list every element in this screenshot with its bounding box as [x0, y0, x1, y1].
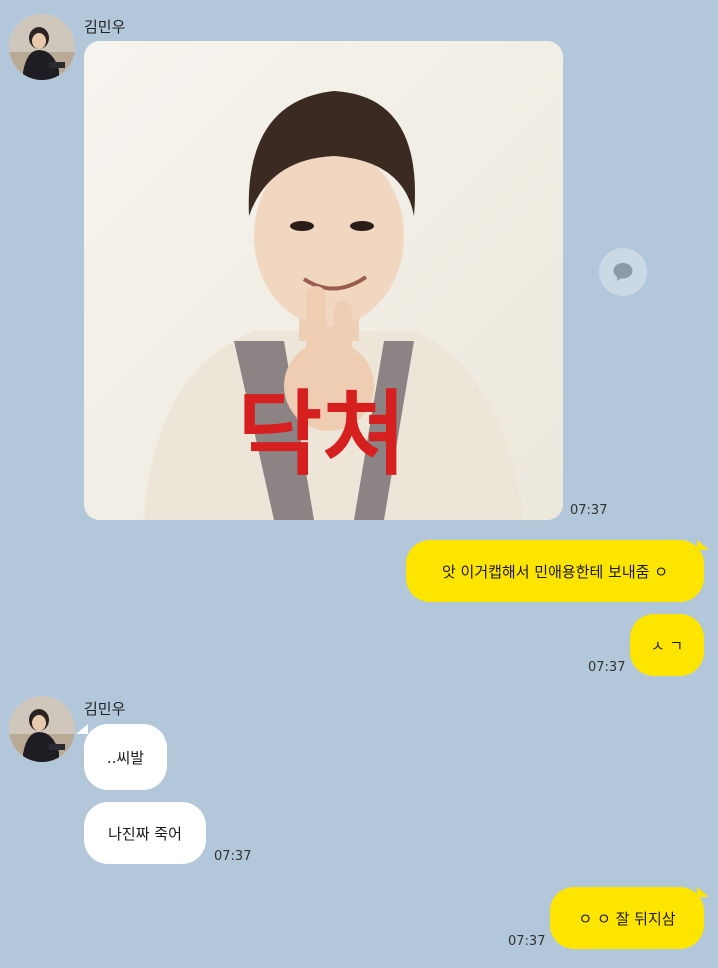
sender-avatar[interactable]	[9, 14, 75, 80]
bubble-tail	[76, 724, 88, 734]
message-time: 07:37	[508, 934, 546, 949]
avatar-photo	[9, 696, 75, 762]
sender-avatar[interactable]	[9, 696, 75, 762]
photo-caption: 닥쳐	[237, 381, 406, 488]
share-button[interactable]	[599, 248, 647, 296]
message-text: ㅅ ㄱ	[650, 636, 684, 655]
photo-image: 닥쳐	[84, 41, 563, 520]
received-message-bubble[interactable]: ..씨발	[84, 724, 167, 790]
bubble-tail	[697, 540, 709, 550]
avatar-photo	[9, 14, 75, 80]
message-text: ㅇ ㅇ 잘 뒤지삼	[578, 909, 676, 928]
message-time: 07:37	[570, 503, 608, 518]
message-time: 07:37	[588, 660, 626, 675]
bubble-tail	[697, 887, 709, 897]
sender-name: 김민우	[84, 700, 126, 718]
sender-name: 김민우	[84, 18, 126, 36]
sent-message-bubble[interactable]: ㅇ ㅇ 잘 뒤지삼	[550, 887, 704, 949]
message-text: 앗 이거캡해서 민애용한테 보내줌 ㅇ	[441, 562, 669, 581]
sent-photo[interactable]: 닥쳐	[84, 41, 563, 520]
speech-bubble-icon	[613, 263, 633, 281]
message-text: ..씨발	[106, 748, 145, 767]
sent-message-bubble[interactable]: 앗 이거캡해서 민애용한테 보내줌 ㅇ	[406, 540, 704, 602]
message-text: 나진짜 죽어	[108, 824, 182, 843]
message-time: 07:37	[214, 849, 252, 864]
received-message-bubble[interactable]: 나진짜 죽어	[84, 802, 206, 864]
sent-message-bubble[interactable]: ㅅ ㄱ	[630, 614, 704, 676]
